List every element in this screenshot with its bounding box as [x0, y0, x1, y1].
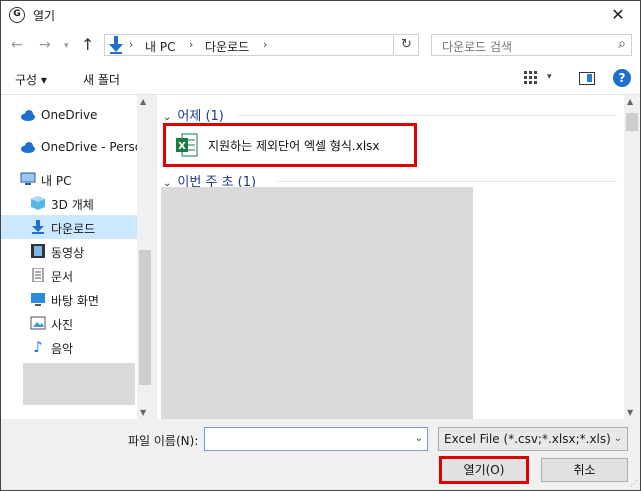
- sidebar-item-pictures[interactable]: 사진: [1, 311, 137, 335]
- film-icon: [31, 244, 45, 258]
- chevron-right-icon: ›: [189, 38, 194, 51]
- scrollbar-thumb[interactable]: [139, 250, 151, 385]
- address-bar[interactable]: › 내 PC › 다운로드 › ▾: [104, 34, 406, 56]
- sidebar-item-videos[interactable]: 동영상: [1, 239, 137, 263]
- svg-text:X: X: [178, 141, 186, 152]
- open-button[interactable]: 열기(O): [439, 456, 529, 484]
- picture-icon: [30, 316, 46, 330]
- sidebar-item-label: 3D 개체: [51, 198, 94, 212]
- new-folder-button[interactable]: 새 폴더: [83, 71, 120, 88]
- file-list-pane: ⌄ 어제 (1) X 지원하는 제외단어 엑셀 형식.xlsx ⌄ 이번 주 초 (…: [157, 95, 640, 419]
- toolbar: 구성 ▾ 새 폴더 ▾ ?: [1, 63, 640, 95]
- cube-icon: [31, 196, 45, 210]
- sidebar-item-label: 다운로드: [51, 222, 96, 236]
- scroll-up-icon[interactable]: ▲: [140, 97, 146, 106]
- sidebar-item-label: 동영상: [51, 246, 85, 260]
- group-divider: [277, 181, 617, 182]
- open-file-dialog: G 열기 ✕ ← → ▾ ↑ › 내 PC › 다운로드 › ▾ ↻ 다운로드 …: [0, 0, 641, 491]
- computer-icon: [20, 172, 36, 185]
- sidebar-item-label: 문서: [51, 270, 74, 284]
- cloud-icon: [21, 110, 35, 121]
- download-icon: [32, 220, 44, 234]
- view-options-icon[interactable]: [524, 71, 538, 85]
- title-bar: G 열기 ✕: [1, 1, 640, 29]
- scroll-down-icon[interactable]: ▼: [627, 408, 633, 417]
- navigation-pane: OneDrive OneDrive - Person 내 PC 3D 개체 다운…: [1, 95, 153, 419]
- sidebar-item-music[interactable]: ♪ 음악: [1, 335, 137, 359]
- preview-pane-icon[interactable]: [579, 72, 595, 85]
- organize-button[interactable]: 구성 ▾: [15, 71, 47, 88]
- file-item[interactable]: X 지원하는 제외단어 엑셀 형식.xlsx: [163, 123, 417, 167]
- download-icon: [109, 36, 123, 54]
- window-title: 열기: [33, 9, 56, 23]
- up-arrow-icon[interactable]: ↑: [81, 35, 94, 54]
- search-input[interactable]: 다운로드 검색 ⌕: [431, 34, 632, 56]
- excel-icon: X: [176, 133, 198, 157]
- search-placeholder: 다운로드 검색: [442, 40, 513, 54]
- sidebar-item-label: OneDrive: [41, 108, 98, 122]
- scroll-down-icon[interactable]: ▼: [140, 408, 146, 417]
- sidebar-item-3d-objects[interactable]: 3D 개체: [1, 191, 137, 215]
- cloud-icon: [21, 142, 35, 153]
- redacted-area: [23, 363, 135, 405]
- sidebar-item-label: OneDrive - Person: [41, 140, 150, 154]
- forward-arrow-icon[interactable]: →: [39, 37, 51, 53]
- chevron-down-icon[interactable]: ▾: [64, 41, 69, 51]
- sidebar-item-label: 내 PC: [41, 174, 72, 188]
- breadcrumb-downloads[interactable]: 다운로드: [205, 38, 249, 55]
- chevron-right-icon: ›: [129, 38, 134, 51]
- document-icon: [32, 268, 44, 282]
- help-icon[interactable]: ?: [613, 69, 631, 87]
- app-icon: G: [9, 7, 25, 23]
- filename-field[interactable]: ⌄: [204, 427, 428, 451]
- file-type-value: Excel File (*.csv;*.xlsx;*.xls): [444, 432, 611, 446]
- chevron-down-icon: ⌄: [613, 433, 622, 444]
- refresh-icon[interactable]: ↻: [395, 34, 419, 56]
- dialog-footer: 파일 이름(N): ⌄ Excel File (*.csv;*.xlsx;*.x…: [1, 419, 640, 490]
- sidebar-item-downloads[interactable]: 다운로드: [1, 215, 137, 239]
- file-name: 지원하는 제외단어 엑셀 형식.xlsx: [208, 139, 380, 153]
- chevron-down-icon[interactable]: ⌄: [415, 433, 423, 444]
- group-divider: [237, 115, 617, 116]
- chevron-down-icon[interactable]: ▾: [547, 72, 552, 82]
- file-list-scrollbar[interactable]: ▲ ▼: [624, 95, 640, 419]
- resize-grip-icon[interactable]: ⋰: [630, 479, 638, 488]
- sidebar-item-documents[interactable]: 문서: [1, 263, 137, 287]
- search-icon: ⌕: [618, 36, 626, 52]
- navigation-bar: ← → ▾ ↑ › 내 PC › 다운로드 › ▾ ↻ 다운로드 검색 ⌕: [1, 29, 640, 63]
- desktop-icon: [31, 293, 45, 306]
- chevron-right-icon[interactable]: ›: [263, 38, 267, 51]
- sidebar-item-label: 바탕 화면: [51, 294, 99, 308]
- sidebar-item-label: 음악: [51, 342, 74, 356]
- sidebar-item-desktop[interactable]: 바탕 화면: [1, 287, 137, 311]
- close-icon[interactable]: ✕: [596, 1, 640, 29]
- back-arrow-icon[interactable]: ←: [11, 37, 23, 53]
- scrollbar-thumb[interactable]: [626, 113, 638, 131]
- sidebar-scrollbar[interactable]: ▲ ▼: [137, 95, 153, 419]
- sidebar-item-onedrive-personal[interactable]: OneDrive - Person: [1, 135, 150, 159]
- group-header-label: 어제 (1): [177, 109, 224, 124]
- chevron-down-icon: ⌄: [163, 112, 172, 123]
- music-icon: ♪: [33, 338, 43, 356]
- scroll-up-icon[interactable]: ▲: [627, 97, 633, 106]
- cancel-button[interactable]: 취소: [541, 458, 628, 482]
- group-header-yesterday[interactable]: ⌄ 어제 (1): [163, 105, 224, 124]
- breadcrumb-my-pc[interactable]: 내 PC: [145, 38, 175, 55]
- redacted-area: [161, 187, 473, 419]
- sidebar-item-my-pc[interactable]: 내 PC: [1, 167, 137, 191]
- sidebar-item-label: 사진: [51, 318, 74, 332]
- sidebar-item-onedrive[interactable]: OneDrive: [1, 103, 137, 127]
- filename-input[interactable]: [205, 428, 405, 450]
- filename-label: 파일 이름(N):: [128, 434, 199, 448]
- file-type-select[interactable]: Excel File (*.csv;*.xlsx;*.xls) ⌄: [438, 427, 628, 451]
